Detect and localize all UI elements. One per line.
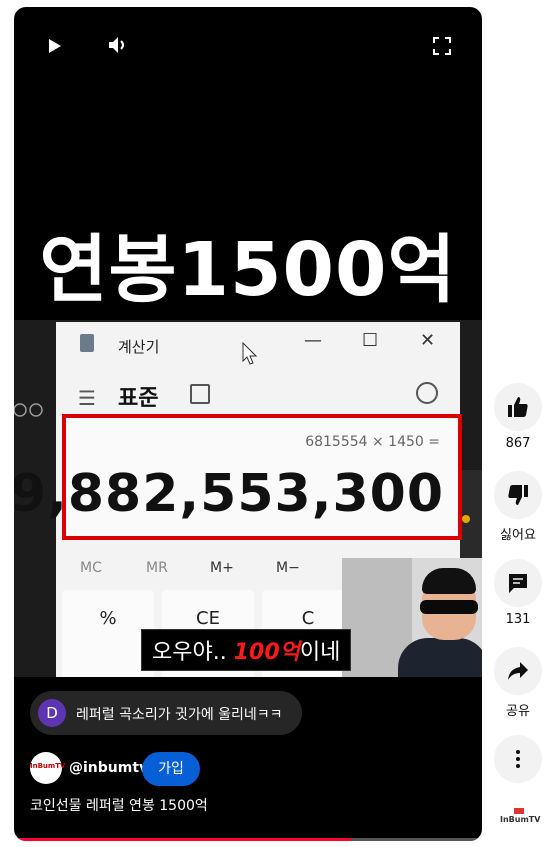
channel-handle[interactable]: @inbumtv	[69, 760, 148, 776]
thumb-up-icon	[508, 397, 528, 417]
status-dot	[462, 515, 470, 523]
comment-text: 레퍼럴 곡소리가 귓가에 울리네ㅋㅋ	[76, 707, 283, 723]
calculator-title: 계산기	[118, 338, 160, 356]
more-options-button[interactable]	[494, 735, 542, 783]
thumb-down-icon	[508, 485, 528, 505]
more-vertical-icon	[516, 750, 520, 768]
history-icon	[416, 382, 438, 404]
overlay-title: 연봉1500억	[39, 227, 457, 313]
like-button[interactable]	[494, 383, 542, 431]
like-count: 867	[505, 436, 531, 451]
share-label: 공유	[506, 704, 530, 719]
keep-on-top-icon	[190, 384, 210, 404]
calculator-display: 6815554 × 1450 = 9,882,553,300	[14, 414, 462, 540]
mouse-cursor-icon	[242, 342, 258, 365]
channel-logo-text: InBumTV	[30, 762, 66, 770]
memory-subtract: M−	[276, 560, 300, 576]
minimize-icon: —	[304, 330, 322, 351]
play-icon[interactable]	[48, 37, 62, 57]
dislike-button[interactable]	[494, 471, 542, 519]
memory-add: M+	[210, 560, 234, 576]
join-button[interactable]: 가입	[142, 752, 200, 786]
memory-recall: MR	[146, 560, 168, 576]
progress-bar[interactable]	[14, 838, 351, 841]
calculator-expression: 6815554 × 1450 =	[305, 434, 440, 450]
audio-source-thumbnail[interactable]: InBumTV	[500, 808, 540, 824]
streamer-webcam	[342, 558, 482, 677]
comments-button[interactable]	[494, 559, 542, 607]
fullscreen-icon[interactable]	[433, 37, 451, 58]
close-icon: ✕	[420, 330, 436, 351]
background-app-fragment	[14, 400, 56, 440]
comment-icon	[509, 574, 527, 593]
channel-avatar[interactable]: InBumTV	[30, 752, 66, 784]
calculator-result: 9,882,553,300	[14, 464, 444, 524]
pinned-comment-chip[interactable]: D 레퍼럴 곡소리가 귓가에 울리네ㅋㅋ	[30, 691, 302, 735]
maximize-icon: ☐	[362, 330, 379, 351]
volume-icon[interactable]	[108, 36, 128, 57]
comment-count: 131	[505, 612, 531, 627]
calculator-app-icon	[80, 334, 94, 352]
dislike-label: 싫어요	[500, 528, 536, 543]
commenter-avatar: D	[38, 699, 66, 727]
memory-clear: MC	[80, 560, 102, 576]
calculator-mode: 표준	[118, 386, 159, 411]
shorts-player[interactable]: 연봉1500억 계산기 — ☐ ✕ ☰ 표준 6815554 × 1450 = …	[14, 7, 482, 841]
hamburger-icon: ☰	[78, 386, 96, 410]
video-subtitle: 오우야.. 100억이네	[141, 629, 352, 671]
video-content: 계산기 — ☐ ✕ ☰ 표준 6815554 × 1450 = 9,882,55…	[14, 320, 482, 677]
logo-mark-icon	[514, 808, 524, 814]
video-title: 코인선물 레퍼럴 연봉 1500억	[30, 798, 208, 814]
share-button[interactable]	[494, 647, 542, 695]
share-icon	[508, 662, 528, 680]
